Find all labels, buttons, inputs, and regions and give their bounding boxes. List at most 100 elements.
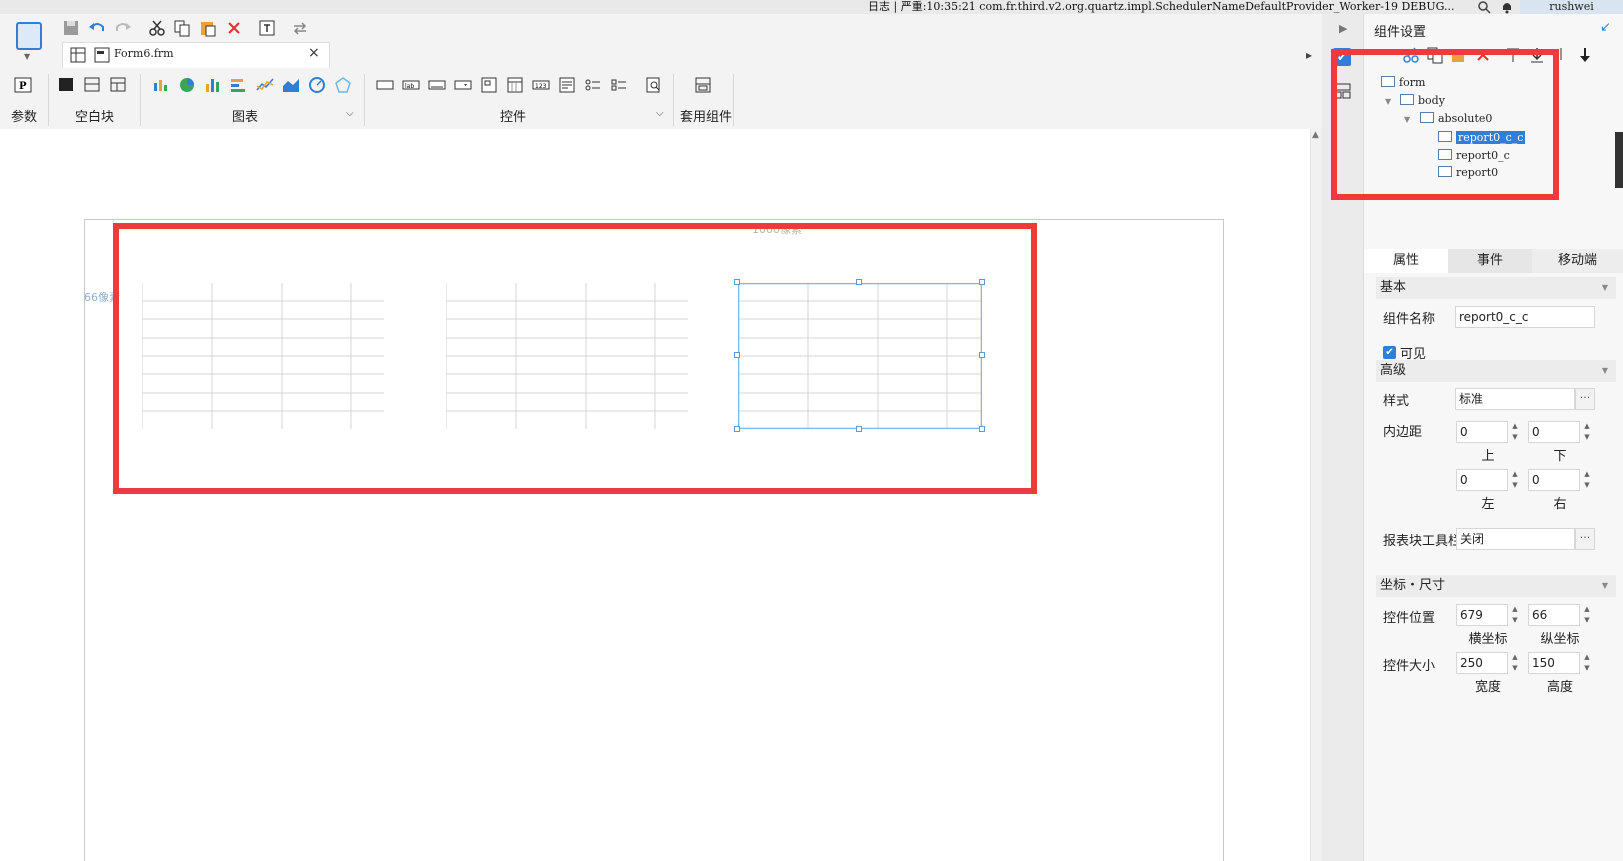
copy-icon[interactable]	[173, 19, 191, 37]
more-button[interactable]: ···	[1575, 388, 1595, 410]
button-widget-icon[interactable]	[428, 77, 446, 93]
left-label: 左	[1481, 497, 1495, 512]
more-button[interactable]: ···	[1575, 528, 1595, 550]
pie-chart-icon[interactable]	[178, 77, 196, 93]
textarea-widget-icon[interactable]	[558, 77, 576, 93]
close-icon[interactable]: ×	[308, 45, 320, 61]
stepper[interactable]: ▲ ▼	[1508, 604, 1522, 626]
chevron-down-icon[interactable]: ⌵	[346, 108, 354, 119]
height-input[interactable]: 150	[1528, 652, 1580, 674]
area-chart-icon[interactable]	[282, 77, 300, 93]
dropdown-widget-icon[interactable]	[454, 77, 472, 93]
chevron-down-icon[interactable]: ▼	[24, 52, 30, 61]
padding-bottom-input[interactable]: 0	[1528, 421, 1580, 443]
redo-icon[interactable]	[114, 19, 132, 37]
blank-block-icon[interactable]	[58, 77, 76, 93]
chevron-down-icon: ▼	[1601, 581, 1608, 590]
user-name[interactable]: rushwei	[1520, 0, 1623, 14]
tab-title[interactable]: Form6.frm	[114, 47, 174, 60]
line-chart-icon[interactable]	[256, 77, 274, 93]
stepper[interactable]: ▲ ▼	[1580, 652, 1594, 674]
section-basic[interactable]: 基本 ▼	[1376, 277, 1616, 299]
highlight-box-canvas	[113, 223, 1037, 494]
paste-icon[interactable]	[199, 19, 217, 37]
search-widget-icon[interactable]	[645, 77, 663, 93]
save-icon[interactable]	[62, 19, 80, 37]
bell-icon[interactable]	[1500, 0, 1514, 14]
tab-properties[interactable]: 属性	[1364, 249, 1448, 273]
stepper[interactable]: ▲ ▼	[1508, 469, 1522, 491]
switch-icon[interactable]	[291, 19, 309, 37]
report-toolbar-input[interactable]: 关闭	[1456, 528, 1575, 550]
tree-widget-icon[interactable]	[480, 77, 498, 93]
bottom-label: 下	[1553, 449, 1567, 464]
panel-title: 组件设置	[1374, 25, 1427, 40]
designer-logo-icon[interactable]	[16, 22, 42, 50]
scroll-up-icon[interactable]: ▲	[1312, 130, 1319, 140]
date-widget-icon[interactable]	[506, 77, 524, 93]
svg-text:123: 123	[535, 83, 547, 90]
x-coordinate-label: 横坐标	[1468, 632, 1508, 647]
stepper[interactable]: ▲ ▼	[1580, 421, 1594, 443]
gauge-chart-icon[interactable]	[308, 77, 326, 93]
width-label: 宽度	[1474, 680, 1501, 695]
ribbon-group-template: 套用组件	[680, 110, 733, 125]
section-title: 坐标・尺寸	[1380, 578, 1446, 593]
padding-left-input[interactable]: 0	[1456, 469, 1508, 491]
arrow-down-icon[interactable]	[1576, 46, 1594, 64]
width-input[interactable]: 250	[1456, 652, 1508, 674]
padding-label: 内边距	[1383, 425, 1423, 440]
highlight-box-tree	[1331, 49, 1559, 200]
preview-icon[interactable]	[258, 19, 276, 37]
template-component-icon[interactable]	[694, 77, 712, 93]
stepper[interactable]: ▲ ▼	[1580, 469, 1594, 491]
chevron-down-icon[interactable]: ⌵	[656, 108, 664, 119]
grid-icon[interactable]	[70, 47, 86, 63]
side-meter	[1615, 132, 1623, 188]
component-name-label: 组件名称	[1383, 312, 1436, 327]
position-y-input[interactable]: 66	[1528, 604, 1580, 626]
parameter-icon[interactable]: P	[14, 77, 32, 93]
log-message[interactable]: 日志 | 严重:10:35:21 com.fr.third.v2.org.qua…	[868, 0, 1455, 14]
expand-icon[interactable]: ▶	[1339, 22, 1347, 35]
tab-block-icon[interactable]	[84, 77, 102, 93]
number-widget-icon[interactable]: 123	[532, 77, 550, 93]
stepper[interactable]: ▲ ▼	[1508, 421, 1522, 443]
undo-icon[interactable]	[88, 19, 106, 37]
ribbon-group-widget: 控件	[500, 110, 527, 125]
size-label: 控件大小	[1383, 659, 1436, 674]
form-file-icon	[94, 47, 110, 63]
bar-chart-icon[interactable]	[204, 77, 222, 93]
style-input[interactable]: 标准	[1455, 388, 1575, 410]
stepper[interactable]: ▲ ▼	[1508, 652, 1522, 674]
section-title: 基本	[1380, 280, 1407, 295]
section-geometry[interactable]: 坐标・尺寸 ▼	[1376, 575, 1616, 597]
padding-right-input[interactable]: 0	[1528, 469, 1580, 491]
visible-checkbox[interactable]: ✔	[1383, 346, 1396, 359]
padding-top-input[interactable]: 0	[1456, 421, 1508, 443]
svg-text:lab: lab	[405, 83, 414, 90]
section-title: 高级	[1380, 363, 1407, 378]
section-advanced[interactable]: 高级 ▼	[1376, 360, 1616, 382]
search-icon[interactable]	[1477, 0, 1491, 14]
ribbon-group-blank-block: 空白块	[75, 110, 115, 125]
pin-icon[interactable]: ↙	[1600, 20, 1611, 35]
horizontal-bar-chart-icon[interactable]	[230, 77, 248, 93]
top-label: 上	[1481, 449, 1495, 464]
layout-block-icon[interactable]	[110, 77, 128, 93]
component-name-input[interactable]: report0_c_c	[1455, 306, 1595, 328]
radio-group-icon[interactable]	[584, 77, 602, 93]
right-label: 右	[1553, 497, 1567, 512]
label-icon[interactable]: lab	[402, 77, 420, 93]
delete-icon[interactable]	[225, 19, 243, 37]
stepper[interactable]: ▲ ▼	[1580, 604, 1594, 626]
cut-icon[interactable]	[148, 19, 166, 37]
position-x-input[interactable]: 679	[1456, 604, 1508, 626]
tab-events[interactable]: 事件	[1448, 249, 1532, 273]
radar-chart-icon[interactable]	[334, 77, 352, 93]
checkbox-group-icon[interactable]	[610, 77, 628, 93]
collapse-panel-icon[interactable]: ▸	[1306, 48, 1312, 62]
tab-mobile[interactable]: 移动端	[1532, 249, 1623, 273]
text-field-icon[interactable]	[376, 77, 394, 93]
chart-bar-line-icon[interactable]	[152, 77, 170, 93]
